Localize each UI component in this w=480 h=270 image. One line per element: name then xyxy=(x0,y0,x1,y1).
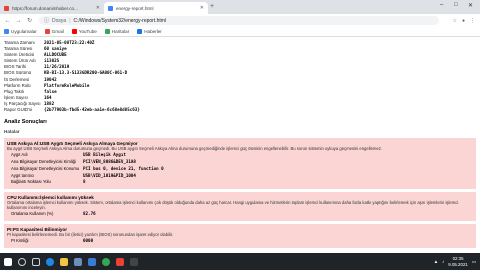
error-description: Ortalama ortalama işlemci kullanımı yüks… xyxy=(7,200,459,211)
error-usb-suspend: USB Askıya Al:USB Aygıtı Seçmeli Askıya … xyxy=(4,138,476,190)
address-bar[interactable]: ⓘ Dosya | C:/Windows/System32/energy-rep… xyxy=(39,16,439,25)
mail-icon[interactable] xyxy=(88,257,96,266)
profile-icon[interactable]: ● xyxy=(462,18,465,24)
error-detail-row: PI Kimliği 0000 xyxy=(11,237,94,243)
taskbar xyxy=(0,253,480,270)
clock[interactable]: 02:35 9.05.2021 xyxy=(448,256,468,267)
edge-icon[interactable] xyxy=(46,257,54,266)
report-content[interactable]: Tarama Zamanı 2021-05-08T23:22:40Z Tarama… xyxy=(0,37,480,253)
favicon-icon xyxy=(108,5,113,11)
menu-icon[interactable]: ⋮ xyxy=(470,18,475,24)
reload-icon[interactable]: ↻ xyxy=(26,17,33,24)
tab-title: energy-report.html xyxy=(116,5,154,11)
bookmarks-bar: Uygulamalar Gmail YouTube Haritalar Habe… xyxy=(0,27,480,37)
tab-title: https://forum.donanimhaber.co... xyxy=(12,5,78,11)
close-icon[interactable]: ✕ xyxy=(96,5,100,11)
search-icon[interactable] xyxy=(18,257,26,266)
bookmark-youtube[interactable]: YouTube xyxy=(71,29,97,34)
chrome-icon[interactable] xyxy=(102,257,110,266)
windows-start-icon[interactable] xyxy=(4,257,12,266)
forward-icon[interactable]: → xyxy=(15,18,22,24)
maps-icon xyxy=(104,29,110,34)
analysis-title: Analiz Sonuçları xyxy=(4,119,47,126)
error-detail-row: Bağlantı Noktası Yolu 8 xyxy=(11,179,86,185)
error-description: Bu aygıt USB Seçmeli Askıya Alma durumun… xyxy=(7,146,382,152)
apps-icon xyxy=(4,29,9,34)
error-detail-row: Ana Bilgisayar Denetleyicisi Kimliği PCI\… xyxy=(11,158,136,164)
maximize-button[interactable]: □ xyxy=(454,2,458,8)
volume-icon[interactable]: ♪ xyxy=(442,259,444,264)
error-detail-row: Ana Bilgisayar Denetleyicisi Konumu PCI b… xyxy=(11,165,164,171)
explorer-icon[interactable] xyxy=(60,257,68,266)
bookmark-gmail[interactable]: Gmail xyxy=(44,29,64,34)
address-bar-row: ← → ↻ ⓘ Dosya | C:/Windows/System32/ener… xyxy=(0,14,480,27)
gmail-icon xyxy=(44,29,50,34)
task-view-icon[interactable] xyxy=(32,257,40,266)
store-icon[interactable] xyxy=(74,257,82,266)
error-detail-row: Aygıt tanıtıcı USB\VID_1019&PID_1004 xyxy=(11,172,136,178)
info-row: Rapor GUID'si {2b77903b-fbd5-42eb-aa1e-6c… xyxy=(4,107,140,113)
back-icon[interactable]: ← xyxy=(4,18,11,24)
terminal-icon[interactable] xyxy=(130,257,138,266)
bookmark-apps[interactable]: Uygulamalar xyxy=(4,29,37,34)
notification-icon[interactable]: ▭ xyxy=(472,259,476,265)
minimize-button[interactable]: – xyxy=(440,2,443,8)
url-text: C:/Windows/System32/energy-report.html xyxy=(73,17,167,24)
errors-title: Hatalar xyxy=(4,129,20,135)
error-description: PI kapasitesi belirlenemedi. Bu bir (ile… xyxy=(7,231,174,237)
security-label: Dosya xyxy=(52,17,67,24)
news-icon xyxy=(137,29,143,34)
close-icon[interactable]: ✕ xyxy=(200,5,204,11)
youtube-icon xyxy=(71,29,77,34)
error-pi-capacity: PI:PS Kapasitesi Bilinmiyor PI kapasites… xyxy=(4,223,476,248)
system-tray: ▲ ♪ 02:35 9.05.2021 ▭ xyxy=(434,253,476,270)
new-tab-button[interactable]: + xyxy=(210,3,214,10)
system-info: Tarama Zamanı 2021-05-08T23:22:40Z Tarama… xyxy=(4,40,476,113)
info-icon[interactable]: ⓘ xyxy=(44,17,49,24)
tab-strip: https://forum.donanimhaber.co... ✕ energ… xyxy=(0,0,480,14)
network-icon[interactable]: ▲ xyxy=(434,259,438,264)
favicon-icon xyxy=(4,5,9,11)
error-detail-row: Ortalama Kullanım (%) 82.76 xyxy=(11,211,96,217)
error-cpu-usage: CPU Kullanımı:İşlemci kullanımı yüksek O… xyxy=(4,192,476,221)
error-detail-row: Aygıt Adı USB Bileşik Aygıt xyxy=(11,152,126,158)
bookmark-maps[interactable]: Haritalar xyxy=(104,29,129,34)
star-icon[interactable]: ☆ xyxy=(452,18,456,24)
app-icon[interactable] xyxy=(116,257,124,266)
bookmark-news[interactable]: Haberler xyxy=(137,29,162,34)
tab-energy-report[interactable]: energy-report.html ✕ xyxy=(104,2,208,14)
close-window-button[interactable]: ✕ xyxy=(468,2,473,9)
tab-forum[interactable]: https://forum.donanimhaber.co... ✕ xyxy=(0,2,104,14)
